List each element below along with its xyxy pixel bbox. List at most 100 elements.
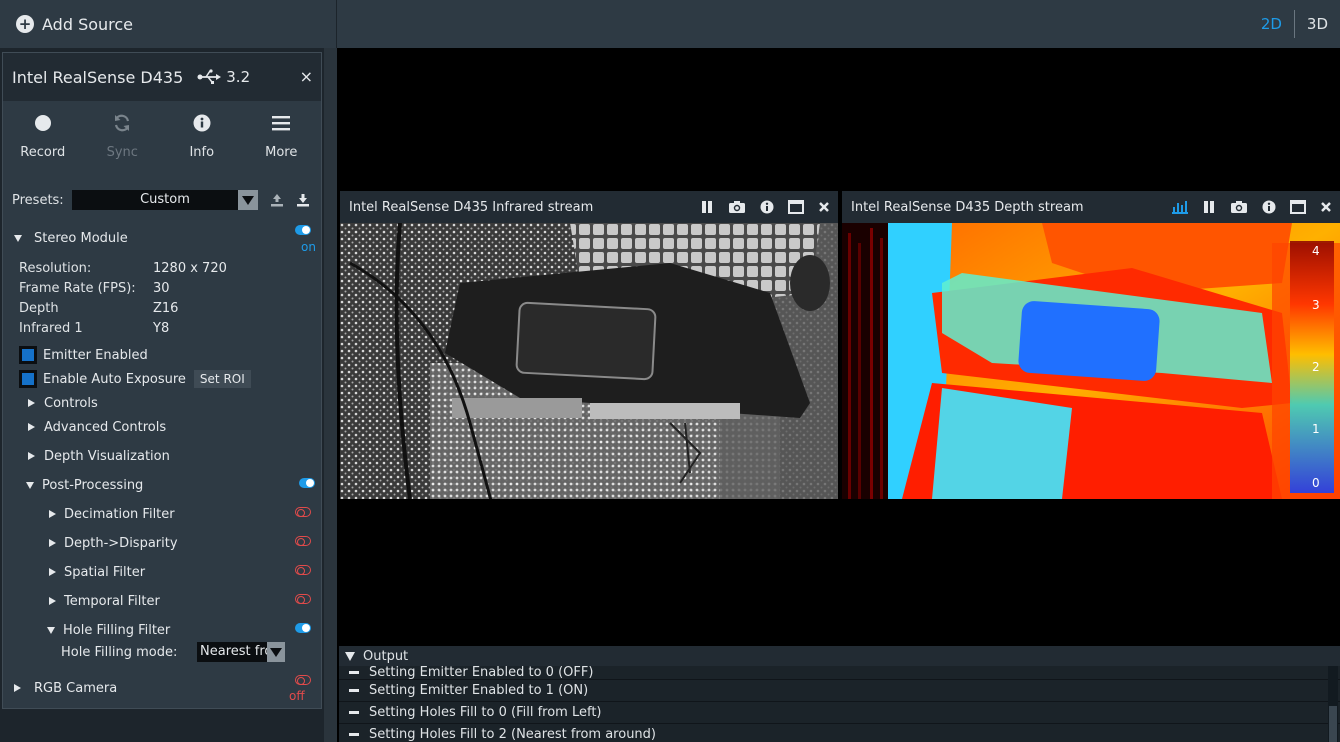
controls-label: Controls	[44, 395, 98, 411]
info-icon[interactable]	[1262, 200, 1276, 214]
infrared-stream-image[interactable]	[340, 223, 838, 499]
close-icon[interactable]	[818, 201, 830, 213]
record-button[interactable]: Record	[3, 105, 83, 165]
infrared-format-label: Infrared 1	[19, 320, 83, 336]
hole-filling-mode-value: Nearest fro	[200, 644, 273, 659]
depth-visualization-label: Depth Visualization	[44, 448, 170, 464]
hole-filling-filter-toggle[interactable]	[295, 623, 311, 633]
depth-stream-title: Intel RealSense D435 Depth stream	[851, 199, 1084, 215]
usb-indicator: 3.2	[197, 68, 250, 86]
presets-dropdown[interactable]: Custom	[72, 190, 258, 210]
sync-button[interactable]: Sync	[83, 105, 163, 165]
depth-scale-1: 1	[1312, 422, 1320, 436]
infrared-format-row: Infrared 1 Y8	[3, 318, 321, 338]
hole-filling-mode-row: Hole Filling mode: Nearest fro	[3, 642, 321, 662]
camera-icon[interactable]	[728, 200, 746, 214]
emitter-label: Emitter Enabled	[43, 347, 148, 363]
depth-format-value[interactable]: Z16	[153, 301, 178, 316]
output-title: Output	[363, 648, 409, 664]
expand-triangle-icon	[49, 568, 56, 576]
more-label: More	[265, 145, 298, 160]
infrared-image	[340, 223, 838, 499]
close-icon[interactable]	[1320, 201, 1332, 213]
emitter-row: Emitter Enabled	[3, 345, 321, 365]
expand-triangle-icon	[28, 423, 35, 431]
infrared-stream-view: Intel RealSense D435 Infrared stream	[340, 191, 838, 499]
depth-disparity-header[interactable]: Depth->Disparity	[3, 533, 321, 553]
fps-label: Frame Rate (FPS):	[19, 280, 136, 296]
plus-circle-icon: +	[16, 15, 34, 33]
emitter-checkbox[interactable]	[19, 346, 37, 364]
log-bullet-icon	[349, 689, 359, 692]
log-row: Setting Holes Fill to 2 (Nearest from ar…	[339, 724, 1340, 742]
more-button[interactable]: More	[242, 105, 322, 165]
decimation-filter-toggle[interactable]	[295, 507, 311, 517]
collapse-triangle-icon	[14, 234, 22, 242]
log-bullet-icon	[349, 671, 359, 674]
depth-stream-view: Intel RealSense D435 Depth stream 4 3 2 …	[842, 191, 1340, 499]
maximize-icon[interactable]	[1290, 200, 1306, 214]
rgb-camera-label: RGB Camera	[34, 680, 118, 696]
upload-preset-icon[interactable]	[270, 193, 284, 207]
temporal-filter-header[interactable]: Temporal Filter	[3, 591, 321, 611]
post-processing-header[interactable]: Post-Processing	[3, 475, 321, 495]
record-label: Record	[20, 145, 66, 160]
log-text: Setting Emitter Enabled to 0 (OFF)	[369, 665, 594, 680]
depth-scale-3: 3	[1312, 298, 1320, 312]
close-device-button[interactable]: ×	[300, 67, 313, 86]
camera-icon[interactable]	[1230, 200, 1248, 214]
depth-colormap-image: 4 3 2 1 0	[842, 223, 1340, 499]
post-processing-toggle[interactable]	[299, 478, 315, 488]
spatial-filter-toggle[interactable]	[295, 565, 311, 575]
depth-visualization-header[interactable]: Depth Visualization	[3, 446, 321, 466]
output-panel: Output Setting Emitter Enabled to 0 (OFF…	[339, 646, 1340, 742]
hole-filling-mode-dropdown[interactable]: Nearest fro	[197, 642, 285, 662]
device-panel: Intel RealSense D435 3.2 × Record Sync I…	[2, 52, 322, 709]
maximize-icon[interactable]	[788, 200, 804, 214]
log-bullet-icon	[349, 733, 359, 736]
info-icon	[193, 114, 211, 132]
presets-label: Presets:	[12, 192, 64, 208]
add-source-button[interactable]: + Add Source	[0, 0, 337, 48]
temporal-filter-label: Temporal Filter	[64, 593, 160, 609]
output-scrollbar[interactable]	[1328, 666, 1338, 742]
metrics-chart-icon[interactable]	[1172, 200, 1188, 214]
depth-stream-image[interactable]: 4 3 2 1 0	[842, 223, 1340, 499]
log-bullet-icon	[349, 711, 359, 714]
expand-triangle-icon	[14, 684, 21, 692]
pause-icon[interactable]	[700, 200, 714, 214]
stereo-module-header[interactable]: Stereo Module	[3, 228, 321, 248]
device-name: Intel RealSense D435	[12, 67, 184, 87]
depth-disparity-toggle[interactable]	[295, 536, 311, 546]
collapse-triangle-icon	[345, 651, 355, 661]
download-preset-icon[interactable]	[296, 193, 310, 207]
controls-header[interactable]: Controls	[3, 393, 321, 413]
rgb-camera-header[interactable]: RGB Camera	[3, 678, 321, 698]
chevron-down-icon	[238, 190, 258, 210]
fps-value[interactable]: 30	[153, 281, 170, 296]
set-roi-button[interactable]: Set ROI	[193, 370, 251, 388]
expand-triangle-icon	[49, 597, 56, 605]
resolution-value[interactable]: 1280 x 720	[153, 261, 227, 276]
add-source-label: Add Source	[42, 14, 134, 34]
view-2d-button[interactable]: 2D	[1249, 15, 1294, 33]
rgb-camera-toggle[interactable]	[295, 675, 311, 685]
usb-icon	[197, 69, 222, 84]
hole-filling-filter-header[interactable]: Hole Filling Filter	[3, 620, 321, 640]
pause-icon[interactable]	[1202, 200, 1216, 214]
info-icon[interactable]	[760, 200, 774, 214]
info-button[interactable]: Info	[162, 105, 242, 165]
infrared-format-value[interactable]: Y8	[153, 321, 169, 336]
output-header[interactable]: Output	[339, 646, 1340, 666]
advanced-controls-header[interactable]: Advanced Controls	[3, 417, 321, 437]
expand-triangle-icon	[28, 399, 35, 407]
spatial-filter-header[interactable]: Spatial Filter	[3, 562, 321, 582]
temporal-filter-toggle[interactable]	[295, 594, 311, 604]
view-toggle: 2D 3D	[1249, 0, 1340, 48]
view-3d-button[interactable]: 3D	[1295, 15, 1340, 33]
auto-exposure-checkbox[interactable]	[19, 370, 37, 388]
fps-row: Frame Rate (FPS): 30	[3, 278, 321, 298]
decimation-filter-header[interactable]: Decimation Filter	[3, 504, 321, 524]
stereo-module-toggle[interactable]	[295, 225, 311, 235]
sidebar-scrollbar[interactable]	[324, 48, 337, 742]
